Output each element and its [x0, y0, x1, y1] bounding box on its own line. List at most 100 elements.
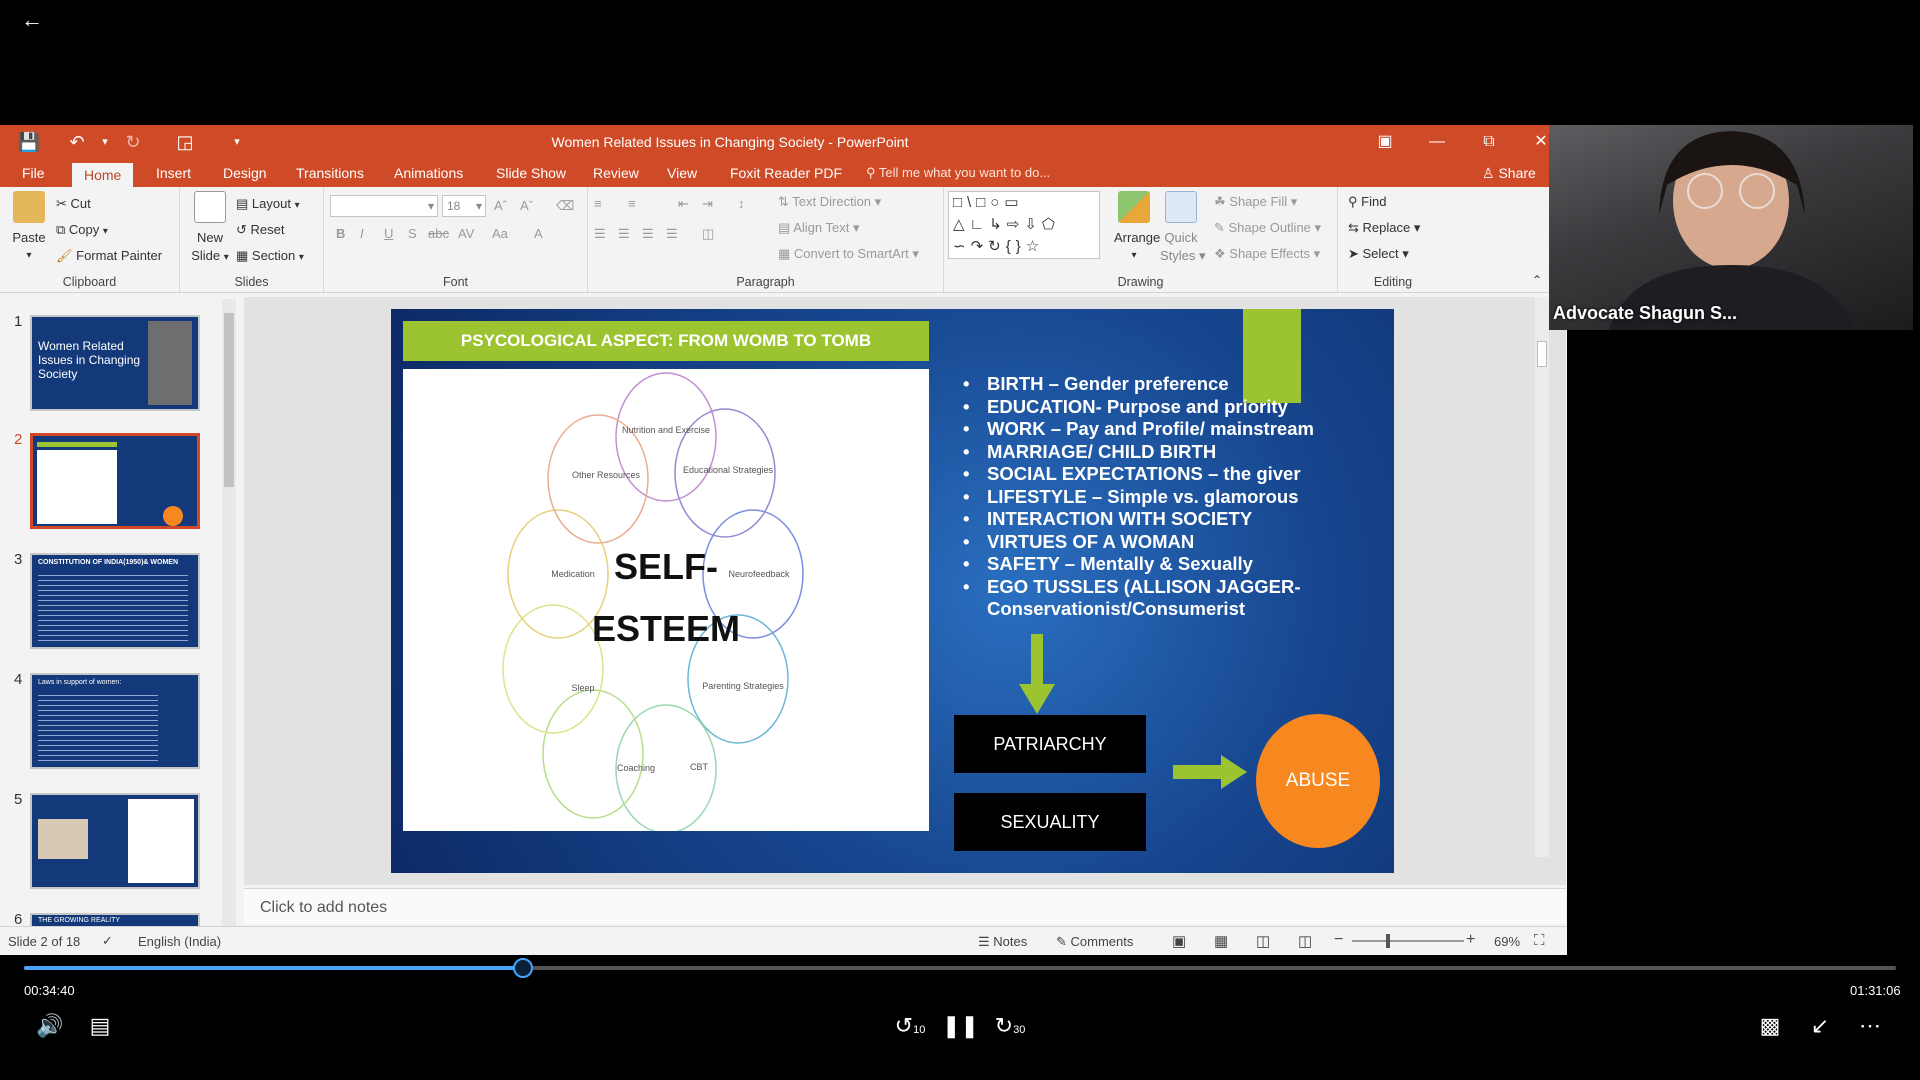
restore-icon[interactable]: ⧉ [1463, 125, 1515, 159]
pause-button[interactable]: ❚❚ [942, 1010, 979, 1042]
thumbnail-slide-4[interactable]: Laws in support of women: [30, 673, 200, 769]
share-button[interactable]: ♙ Share [1472, 161, 1546, 185]
numbering-icon[interactable]: ≡ [628, 195, 636, 213]
layout-button[interactable]: ▤ Layout ▾ [236, 195, 300, 215]
replace-button[interactable]: ⇆ Replace ▾ [1348, 219, 1420, 237]
tab-insert[interactable]: Insert [144, 159, 203, 187]
zoom-in-icon[interactable]: + [1466, 931, 1475, 949]
language-indicator[interactable]: English (India) [138, 934, 221, 949]
justify-icon[interactable]: ☰ [666, 225, 678, 243]
align-center-icon[interactable]: ☰ [618, 225, 630, 243]
tab-file[interactable]: File [10, 159, 57, 187]
thumbnail-slide-1[interactable]: Women Related Issues in Changing Society [30, 315, 200, 411]
redo-icon[interactable]: ↻ [118, 131, 148, 153]
shape-effects-button[interactable]: ❖ Shape Effects ▾ [1214, 245, 1320, 263]
font-color-icon[interactable]: A [534, 225, 543, 243]
undo-dropdown-icon[interactable]: ▾ [90, 131, 120, 153]
undo-icon[interactable]: ↶ [62, 131, 92, 153]
grow-font-icon[interactable]: Aˆ [494, 197, 507, 215]
text-shadow-icon[interactable]: S [408, 225, 417, 243]
change-case-icon[interactable]: Aa [492, 225, 508, 243]
mini-player-button[interactable]: ▩ [1752, 1010, 1788, 1042]
bullets-icon[interactable]: ≡ [594, 195, 602, 213]
tab-transitions[interactable]: Transitions [284, 159, 376, 187]
ribbon-display-icon[interactable]: ▣ [1359, 125, 1411, 159]
reset-button[interactable]: ↺ Reset [236, 221, 284, 239]
volume-button[interactable]: 🔊 [32, 1010, 68, 1042]
paste-button[interactable]: Paste ▾ [8, 191, 50, 265]
spellcheck-icon[interactable]: ✓ [102, 933, 113, 949]
minimize-icon[interactable]: — [1411, 125, 1463, 159]
captions-button[interactable]: ▤ [82, 1010, 118, 1042]
align-text-button[interactable]: ▤ Align Text ▾ [778, 219, 859, 237]
section-button[interactable]: ▦ Section ▾ [236, 247, 304, 267]
increase-indent-icon[interactable]: ⇥ [702, 195, 713, 213]
shapes-gallery[interactable]: □\□○▭ △∟↳⇨⇩⬠ ∽↷↻{}☆ [948, 191, 1100, 259]
cut-button[interactable]: ✂ Cut [56, 195, 91, 213]
notes-button[interactable]: ☰ Notes [978, 934, 1027, 950]
find-button[interactable]: ⚲ Find [1348, 193, 1386, 211]
shape-fill-button[interactable]: ☘ Shape Fill ▾ [1214, 193, 1297, 211]
tell-me-search[interactable]: ⚲ Tell me what you want to do... [866, 159, 1050, 187]
reading-view-icon[interactable]: ◫ [1256, 932, 1270, 950]
align-left-icon[interactable]: ☰ [594, 225, 606, 243]
line-spacing-icon[interactable]: ↕ [738, 195, 745, 213]
tab-design[interactable]: Design [211, 159, 279, 187]
shrink-font-icon[interactable]: Aˇ [520, 197, 533, 215]
zoom-slider-thumb[interactable] [1386, 934, 1390, 948]
thumbnail-slide-5[interactable] [30, 793, 200, 889]
exit-fullscreen-button[interactable]: ↙ [1802, 1010, 1838, 1042]
more-options-button[interactable]: ⋯ [1852, 1010, 1888, 1042]
select-button[interactable]: ➤ Select ▾ [1348, 245, 1409, 263]
tab-foxit-reader-pdf[interactable]: Foxit Reader PDF [718, 159, 854, 187]
progress-knob[interactable] [512, 958, 533, 978]
fit-to-window-icon[interactable]: ⛶ [1534, 932, 1545, 949]
normal-view-icon[interactable]: ▣ [1172, 932, 1186, 950]
skip-back-button[interactable]: ↺10 [890, 1010, 930, 1042]
thumbnail-scrollbar[interactable] [222, 299, 236, 927]
slideshow-view-icon[interactable]: ◫ [1298, 932, 1312, 950]
slide-scrollbar[interactable] [1535, 297, 1549, 857]
slide-canvas[interactable]: PSYCOLOGICAL ASPECT: FROM WOMB TO TOMB N… [391, 309, 1394, 873]
customize-toolbar-icon[interactable]: ▾ [222, 131, 252, 153]
bold-icon[interactable]: B [336, 225, 345, 243]
underline-icon[interactable]: U [384, 225, 393, 243]
strikethrough-icon[interactable]: abc [428, 225, 449, 243]
font-name-combo[interactable]: ▾ [330, 195, 438, 217]
zoom-out-icon[interactable]: − [1334, 931, 1343, 949]
comments-button[interactable]: ✎ Comments [1056, 934, 1133, 950]
columns-icon[interactable]: ◫ [702, 225, 714, 243]
clear-formatting-icon[interactable]: ⌫ [556, 197, 574, 215]
notes-pane[interactable]: Click to add notes [244, 888, 1566, 924]
align-right-icon[interactable]: ☰ [642, 225, 654, 243]
character-spacing-icon[interactable]: AV [458, 225, 474, 243]
arrange-icon [1118, 191, 1150, 223]
font-size-combo[interactable]: 18 ▾ [442, 195, 486, 217]
collapse-ribbon-icon[interactable]: ⌃ [1532, 271, 1542, 289]
present-from-start-icon[interactable]: ◲ [170, 131, 200, 153]
tab-home[interactable]: Home [72, 163, 134, 187]
thumbnail-slide-3[interactable]: CONSTITUTION OF INDIA(1950)& WOMEN [30, 553, 200, 649]
playback-progress-bar[interactable] [24, 958, 1896, 978]
quick-styles-button[interactable]: Quick Styles ▾ [1160, 191, 1206, 265]
skip-forward-button[interactable]: ↻30 [990, 1010, 1030, 1042]
tab-review[interactable]: Review [581, 159, 651, 187]
zoom-level[interactable]: 69% [1494, 934, 1520, 949]
text-direction-button[interactable]: ⇅ Text Direction ▾ [778, 193, 881, 211]
arrange-button[interactable]: Arrange ▾ [1114, 191, 1160, 265]
shape-outline-button[interactable]: ✎ Shape Outline ▾ [1214, 219, 1321, 237]
tab-animations[interactable]: Animations [382, 159, 475, 187]
format-painter-button[interactable]: 🖌 Format Painter [56, 247, 162, 265]
zoom-slider[interactable] [1352, 934, 1464, 948]
thumbnail-slide-2[interactable] [30, 433, 200, 529]
italic-icon[interactable]: I [360, 225, 364, 243]
tab-slide-show[interactable]: Slide Show [484, 159, 578, 187]
back-button[interactable]: ← [12, 4, 52, 36]
decrease-indent-icon[interactable]: ⇤ [678, 195, 689, 213]
tab-view[interactable]: View [655, 159, 709, 187]
slide-sorter-icon[interactable]: ▦ [1214, 932, 1228, 950]
new-slide-button[interactable]: New Slide ▾ [188, 191, 232, 267]
save-icon[interactable]: 💾 [14, 131, 44, 153]
copy-button[interactable]: ⧉ Copy ▾ [56, 221, 108, 241]
convert-smartart-button[interactable]: ▦ Convert to SmartArt ▾ [778, 245, 919, 263]
